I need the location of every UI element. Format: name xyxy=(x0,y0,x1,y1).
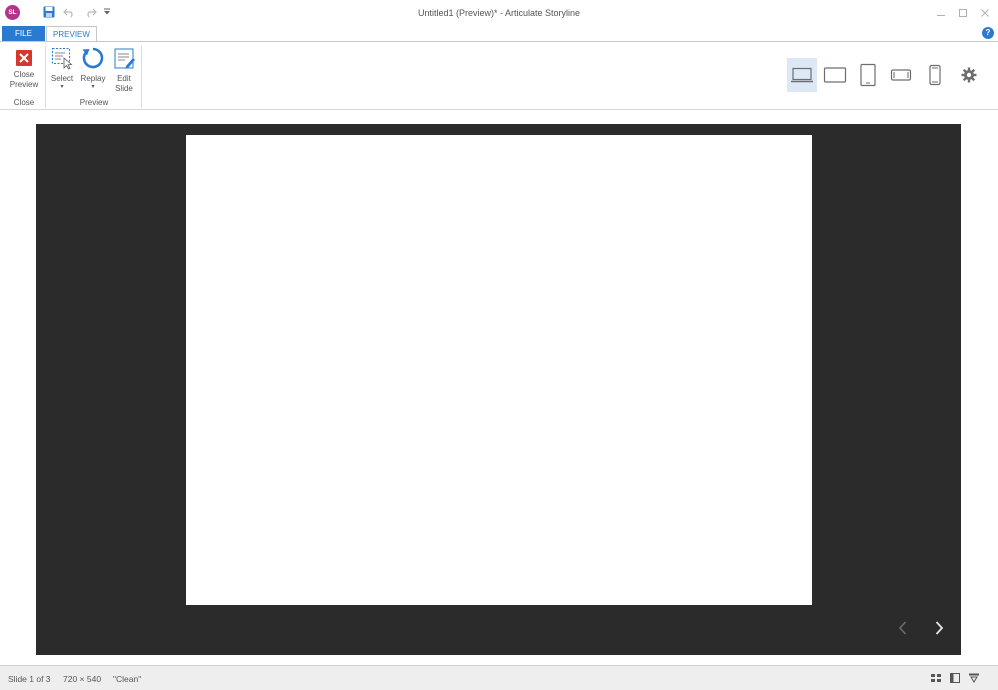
device-tablet-landscape-button[interactable] xyxy=(820,58,850,92)
preview-view-button[interactable] xyxy=(968,672,980,684)
tab-preview[interactable]: PREVIEW xyxy=(46,26,97,42)
device-desktop-button[interactable] xyxy=(787,58,817,92)
maximize-icon[interactable] xyxy=(956,6,970,20)
select-dropdown-icon[interactable]: ▾ xyxy=(48,84,76,90)
edit-slide-label-1: Edit xyxy=(117,74,131,83)
tablet-portrait-icon xyxy=(860,63,876,87)
next-slide-button[interactable] xyxy=(932,620,946,636)
phone-portrait-icon xyxy=(929,64,941,86)
edit-slide-icon xyxy=(110,46,138,74)
title-bar: SL Untitled1 (Preview)* - Articulate Sto… xyxy=(0,0,998,26)
grid-view-icon xyxy=(931,674,941,682)
help-icon[interactable]: ? xyxy=(982,27,994,39)
group-label-close: Close xyxy=(13,98,35,107)
edit-slide-label-2: Slide xyxy=(115,84,133,93)
chevron-right-icon xyxy=(935,621,944,635)
tab-file[interactable]: FILE xyxy=(2,26,45,42)
close-window-icon[interactable] xyxy=(978,6,992,20)
replay-button[interactable]: Replay ▾ xyxy=(78,46,108,90)
slide-size: 720 × 540 xyxy=(63,674,102,684)
laptop-icon xyxy=(791,67,813,83)
close-preview-button[interactable]: Close Preview xyxy=(6,46,42,90)
gear-icon xyxy=(961,67,977,83)
group-separator xyxy=(141,46,142,108)
player-frame xyxy=(36,124,961,655)
slide-counter: Slide 1 of 3 xyxy=(8,674,51,684)
theme-name: "Clean" xyxy=(113,674,142,684)
normal-view-button[interactable] xyxy=(949,672,961,684)
settings-button[interactable] xyxy=(954,58,984,92)
minimize-icon[interactable] xyxy=(934,6,948,20)
previous-slide-button[interactable] xyxy=(896,620,910,636)
ribbon-tabs: FILE PREVIEW ? xyxy=(0,26,998,42)
chevron-left-icon xyxy=(898,621,907,635)
story-view-button[interactable] xyxy=(930,672,942,684)
phone-landscape-icon xyxy=(890,69,912,81)
device-tablet-portrait-button[interactable] xyxy=(853,58,883,92)
device-phone-landscape-button[interactable] xyxy=(886,58,916,92)
group-label-preview: Preview xyxy=(79,98,109,107)
select-icon xyxy=(48,46,76,74)
slide-view-icon xyxy=(950,673,960,683)
preview-view-icon xyxy=(969,673,979,683)
status-bar: Slide 1 of 3 720 × 540 "Clean" xyxy=(0,665,998,690)
tablet-landscape-icon xyxy=(823,67,847,83)
ribbon: Close Preview Close Select ▾ Replay ▾ Ed… xyxy=(0,41,998,110)
close-preview-icon xyxy=(6,46,42,70)
edit-slide-button[interactable]: Edit Slide xyxy=(110,46,138,94)
device-phone-portrait-button[interactable] xyxy=(920,58,950,92)
replay-icon xyxy=(78,46,108,74)
group-separator xyxy=(45,46,46,108)
close-preview-label-1: Close xyxy=(13,70,35,79)
slide-canvas[interactable] xyxy=(186,135,812,605)
replay-dropdown-icon[interactable]: ▾ xyxy=(78,84,108,90)
select-button[interactable]: Select ▾ xyxy=(48,46,76,90)
window-title: Untitled1 (Preview)* - Articulate Storyl… xyxy=(417,8,581,18)
preview-stage xyxy=(0,111,998,664)
close-preview-label-2: Preview xyxy=(9,80,39,89)
